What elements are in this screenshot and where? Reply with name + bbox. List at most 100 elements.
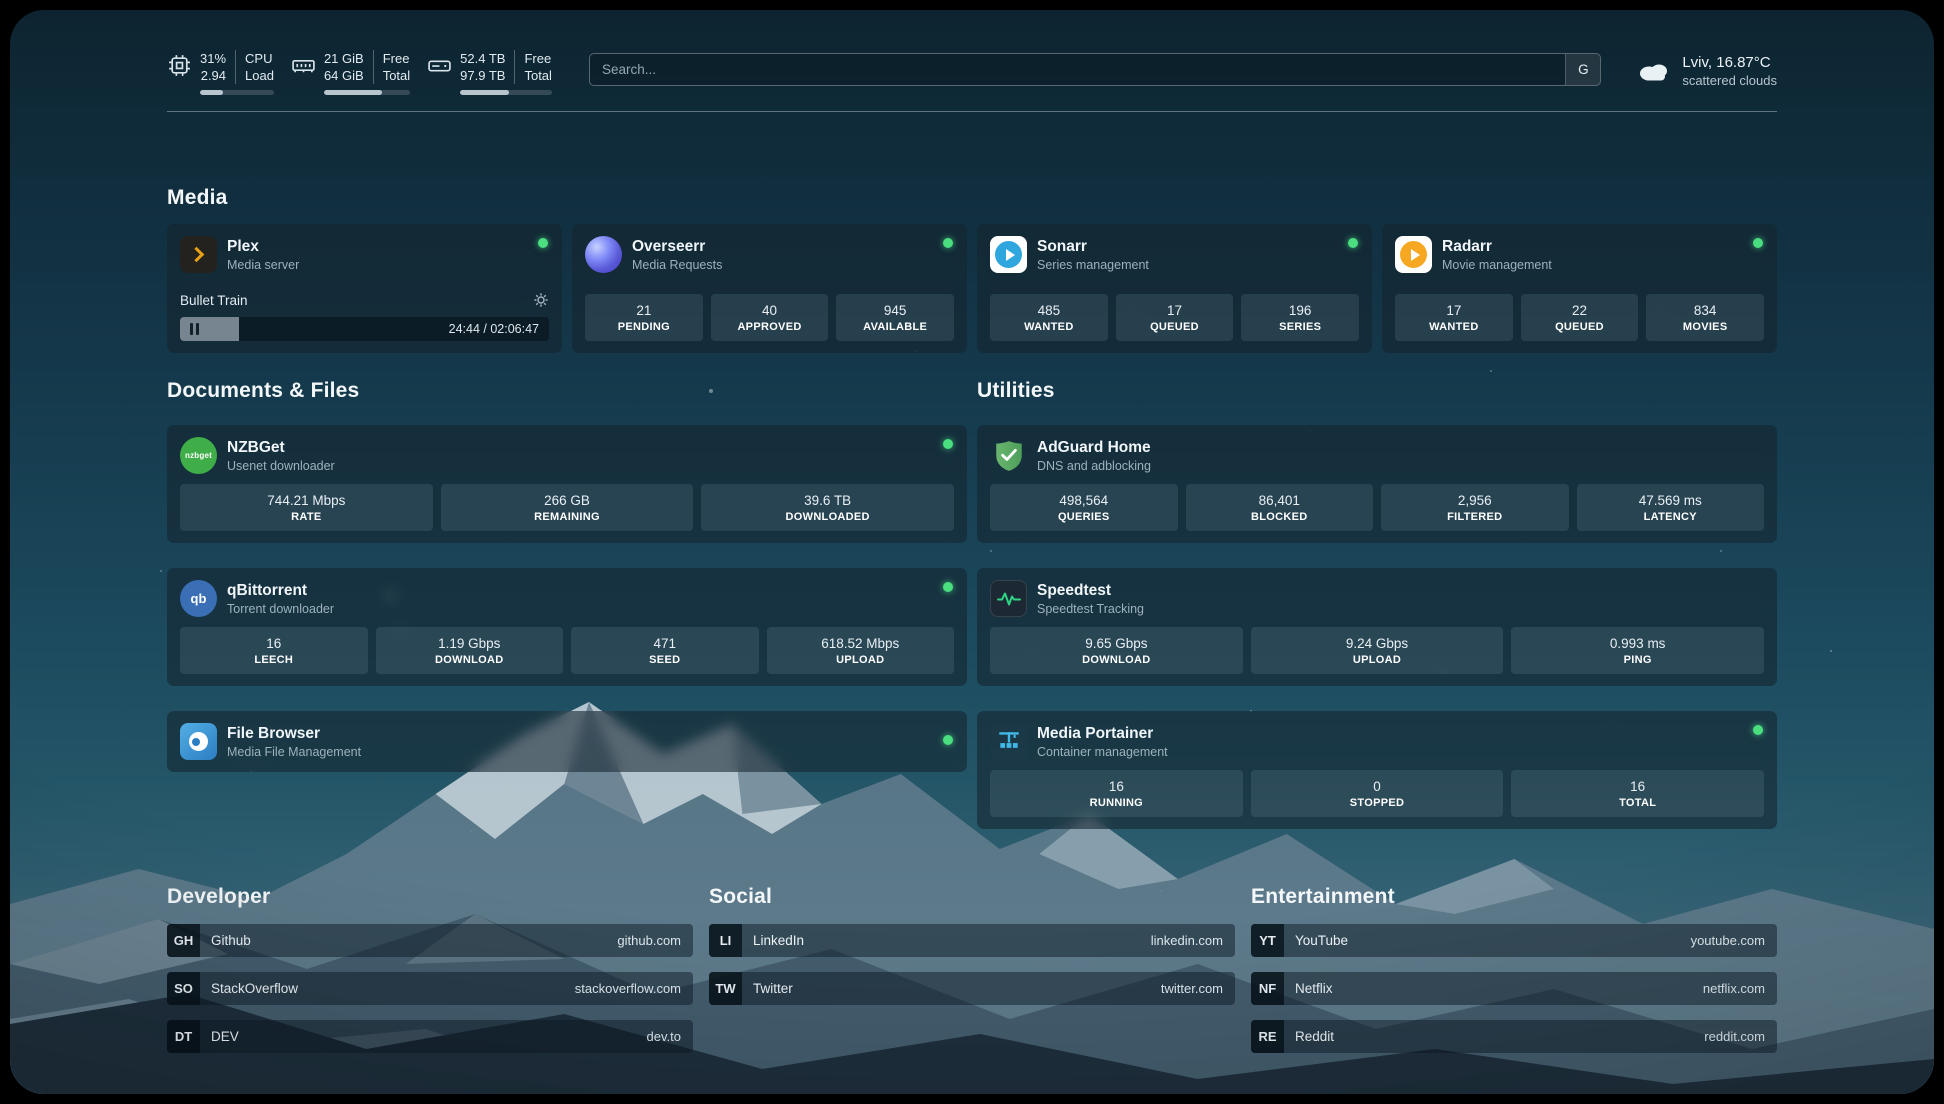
link-name: Github xyxy=(211,933,251,948)
stat-box: 498,564 QUERIES xyxy=(990,484,1178,531)
storage-free-label: Free xyxy=(514,50,551,67)
weather-condition: scattered clouds xyxy=(1682,73,1777,88)
link-name: StackOverflow xyxy=(211,981,298,996)
social-column: Social LI LinkedIn linkedin.com TW Twitt… xyxy=(709,885,1235,1053)
adguard-stats: 498,564 QUERIES 86,401 BLOCKED 2,956 FIL… xyxy=(990,484,1764,531)
app-card-radarr[interactable]: Radarr Movie management 17 WANTED 22 QUE… xyxy=(1382,224,1777,353)
stat-box: 16 LEECH xyxy=(180,627,368,674)
app-card-adguard[interactable]: AdGuard Home DNS and adblocking 498,564 … xyxy=(977,425,1777,543)
app-card-speedtest[interactable]: Speedtest Speedtest Tracking 9.65 Gbps D… xyxy=(977,568,1777,686)
portainer-titles: Media Portainer Container management xyxy=(1037,725,1168,759)
cpu-icon xyxy=(167,53,192,78)
playback-progress-bar[interactable]: 24:44 / 02:06:47 xyxy=(180,317,549,341)
app-card-sonarr[interactable]: Sonarr Series management 485 WANTED 17 Q… xyxy=(977,224,1372,353)
app-card-filebrowser[interactable]: File Browser Media File Management xyxy=(167,711,967,772)
link-youtube[interactable]: YT YouTube youtube.com xyxy=(1251,924,1777,957)
now-playing-title: Bullet Train xyxy=(180,293,248,308)
memory-progress-bar xyxy=(324,90,410,95)
memory-free-label: Free xyxy=(373,50,410,67)
plex-titles: Plex Media server xyxy=(227,238,299,272)
app-subtitle: Usenet downloader xyxy=(227,459,335,473)
link-name: Reddit xyxy=(1295,1029,1334,1044)
stat-label: QUEUED xyxy=(1150,321,1199,333)
stat-value: 17 xyxy=(1446,303,1461,318)
cpu-load-label: Load xyxy=(235,67,274,84)
app-name: Sonarr xyxy=(1037,238,1149,256)
stat-label: DOWNLOADED xyxy=(786,511,870,523)
speedtest-stats: 9.65 Gbps DOWNLOAD 9.24 Gbps UPLOAD 0.99… xyxy=(990,627,1764,674)
stat-box: 834 MOVIES xyxy=(1646,294,1764,341)
stat-box: 9.65 Gbps DOWNLOAD xyxy=(990,627,1243,674)
stat-box: 0 STOPPED xyxy=(1251,770,1504,817)
app-card-portainer[interactable]: Media Portainer Container management 16 … xyxy=(977,711,1777,829)
filebrowser-titles: File Browser Media File Management xyxy=(227,725,361,759)
app-subtitle: Series management xyxy=(1037,258,1149,272)
storage-progress-bar xyxy=(460,90,552,95)
radarr-titles: Radarr Movie management xyxy=(1442,238,1552,272)
media-grid: Plex Media server Bullet Train xyxy=(167,224,1777,353)
overseerr-head: Overseerr Media Requests xyxy=(585,236,954,273)
adguard-head: AdGuard Home DNS and adblocking xyxy=(990,437,1764,474)
link-name: Twitter xyxy=(753,981,793,996)
link-netflix[interactable]: NF Netflix netflix.com xyxy=(1251,972,1777,1005)
pause-icon[interactable] xyxy=(190,323,199,335)
link-twitter[interactable]: TW Twitter twitter.com xyxy=(709,972,1235,1005)
app-subtitle: Movie management xyxy=(1442,258,1552,272)
disk-icon xyxy=(427,53,452,78)
storage-total-label: Total xyxy=(514,67,551,84)
playback-progress-fill xyxy=(180,317,239,341)
link-linkedin[interactable]: LI LinkedIn linkedin.com xyxy=(709,924,1235,957)
stat-box: 47.569 ms LATENCY xyxy=(1577,484,1765,531)
youtube-badge: YT xyxy=(1251,924,1284,957)
app-card-nzbget[interactable]: nzbget NZBGet Usenet downloader 744.21 M… xyxy=(167,425,967,543)
memory-total-label: Total xyxy=(373,67,410,84)
search-bar: G xyxy=(589,53,1601,86)
link-reddit[interactable]: RE Reddit reddit.com xyxy=(1251,1020,1777,1053)
dashboard-frame: 31% CPU 2.94 Load 21 GiB Free 64 GiB Tot… xyxy=(10,10,1934,1094)
app-subtitle: Torrent downloader xyxy=(227,602,334,616)
search-engine-button[interactable]: G xyxy=(1565,54,1600,85)
section-title-social: Social xyxy=(709,885,1235,909)
stat-box: 16 RUNNING xyxy=(990,770,1243,817)
stat-value: 47.569 ms xyxy=(1639,493,1702,508)
stat-label: WANTED xyxy=(1429,321,1478,333)
stat-value: 471 xyxy=(653,636,676,651)
link-url: linkedin.com xyxy=(1151,933,1223,948)
app-card-plex[interactable]: Plex Media server Bullet Train xyxy=(167,224,562,353)
cpu-progress-bar xyxy=(200,90,274,95)
weather-widget[interactable]: Lviv, 16.87°C scattered clouds xyxy=(1637,54,1777,88)
sonarr-stats: 485 WANTED 17 QUEUED 196 SERIES xyxy=(990,294,1359,341)
section-title-developer: Developer xyxy=(167,885,693,909)
search-input[interactable] xyxy=(590,54,1565,85)
stat-value: 0.993 ms xyxy=(1610,636,1666,651)
middle-grid: Documents & Files nzbget NZBGet Usenet d… xyxy=(167,379,1777,829)
stat-label: DOWNLOAD xyxy=(435,654,503,666)
link-stackoverflow[interactable]: SO StackOverflow stackoverflow.com xyxy=(167,972,693,1005)
stat-value: 39.6 TB xyxy=(804,493,851,508)
stat-label: DOWNLOAD xyxy=(1082,654,1150,666)
stat-label: AVAILABLE xyxy=(863,321,927,333)
stackoverflow-badge: SO xyxy=(167,972,200,1005)
stat-value: 2,956 xyxy=(1458,493,1492,508)
reddit-badge: RE xyxy=(1251,1020,1284,1053)
stat-box: 471 SEED xyxy=(571,627,759,674)
app-subtitle: Media File Management xyxy=(227,745,361,759)
stat-value: 0 xyxy=(1373,779,1381,794)
app-card-qbittorrent[interactable]: qb qBittorrent Torrent downloader 16 LEE… xyxy=(167,568,967,686)
memory-icon xyxy=(291,53,316,78)
adguard-icon xyxy=(990,437,1027,474)
stat-label: QUEUED xyxy=(1555,321,1604,333)
stat-label: PENDING xyxy=(618,321,670,333)
header-divider xyxy=(167,111,1777,112)
link-github[interactable]: GH Github github.com xyxy=(167,924,693,957)
storage-widget: 52.4 TB Free 97.9 TB Total xyxy=(427,50,552,95)
storage-free: 52.4 TB xyxy=(460,50,514,67)
settings-gear-icon[interactable] xyxy=(533,292,549,308)
app-card-overseerr[interactable]: Overseerr Media Requests 21 PENDING 40 A… xyxy=(572,224,967,353)
stat-value: 16 xyxy=(1109,779,1124,794)
link-url: reddit.com xyxy=(1704,1029,1765,1044)
stat-value: 618.52 Mbps xyxy=(821,636,899,651)
stat-label: WANTED xyxy=(1024,321,1073,333)
link-dev[interactable]: DT DEV dev.to xyxy=(167,1020,693,1053)
stat-label: BLOCKED xyxy=(1251,511,1308,523)
